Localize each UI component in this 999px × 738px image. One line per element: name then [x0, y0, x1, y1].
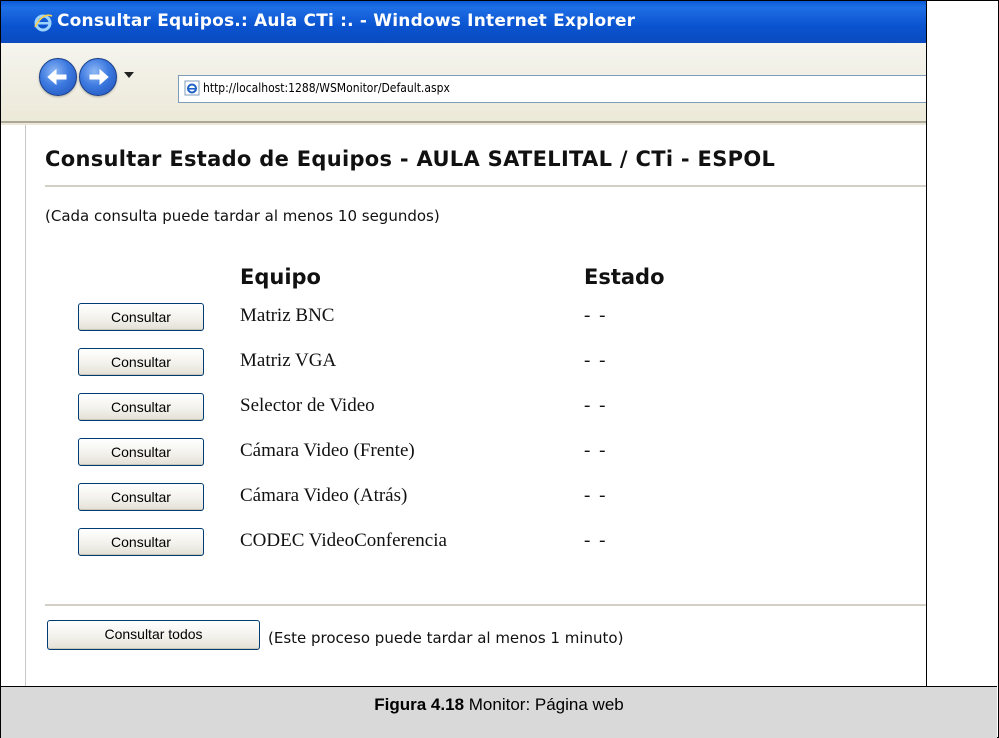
equipment-row: Consultar Cámara Video (Frente) - -	[1, 438, 927, 470]
equipment-status: - -	[584, 395, 608, 416]
back-button[interactable]	[39, 58, 77, 96]
browser-window: Consultar Equipos.: Aula CTi :. - Window…	[1, 1, 927, 686]
history-dropdown-icon[interactable]	[124, 72, 134, 78]
equipment-row: Consultar Matriz BNC - -	[1, 303, 927, 335]
address-url[interactable]: http://localhost:1288/WSMonitor/Default.…	[203, 81, 450, 95]
browser-toolbar: http://localhost:1288/WSMonitor/Default.…	[1, 43, 927, 125]
address-bar[interactable]: http://localhost:1288/WSMonitor/Default.…	[178, 75, 927, 103]
back-arrow-icon	[47, 68, 67, 86]
equipment-name: Matriz BNC	[240, 305, 335, 326]
equipment-name: Cámara Video (Frente)	[240, 440, 415, 461]
equipment-name: Selector de Video	[240, 395, 375, 416]
window-title: Consultar Equipos.: Aula CTi :. - Window…	[57, 11, 636, 31]
equipment-status: - -	[584, 350, 608, 371]
consultar-button[interactable]: Consultar	[78, 483, 204, 511]
title-bar: Consultar Equipos.: Aula CTi :. - Window…	[1, 1, 927, 43]
equipment-row: Consultar Selector de Video - -	[1, 393, 927, 425]
query-time-note: (Cada consulta puede tardar al menos 10 …	[45, 207, 440, 225]
equipment-row: Consultar Cámara Video (Atrás) - -	[1, 483, 927, 515]
ie-logo-icon	[33, 12, 53, 32]
equipment-status: - -	[584, 530, 608, 551]
equipment-status: - -	[584, 440, 608, 461]
equipment-row: Consultar CODEC VideoConferencia - -	[1, 528, 927, 560]
equipment-row: Consultar Matriz VGA - -	[1, 348, 927, 380]
forward-arrow-icon	[89, 68, 109, 86]
forward-button[interactable]	[79, 58, 117, 96]
figure-caption: Figura 4.18 Monitor: Página web	[1, 686, 997, 738]
top-divider	[45, 185, 927, 187]
equipment-status: - -	[584, 485, 608, 506]
bottom-divider	[45, 604, 927, 606]
consultar-button[interactable]: Consultar	[78, 438, 204, 466]
caption-label: Figura 4.18	[374, 695, 465, 714]
column-header-equipo: Equipo	[240, 265, 321, 289]
consultar-button[interactable]: Consultar	[78, 348, 204, 376]
equipment-status: - -	[584, 305, 608, 326]
frame-divider	[926, 1, 927, 686]
consultar-button[interactable]: Consultar	[78, 528, 204, 556]
toolbar-divider	[1, 121, 927, 123]
column-header-estado: Estado	[584, 265, 665, 289]
page-content: Consultar Estado de Equipos - AULA SATEL…	[1, 125, 927, 686]
equipment-name: Cámara Video (Atrás)	[240, 485, 408, 506]
right-margin	[927, 1, 997, 686]
equipment-name: CODEC VideoConferencia	[240, 530, 447, 551]
page-title: Consultar Estado de Equipos - AULA SATEL…	[45, 147, 776, 171]
consultar-button[interactable]: Consultar	[78, 303, 204, 331]
all-query-time-note: (Este proceso puede tardar al menos 1 mi…	[268, 629, 624, 647]
ie-page-icon	[184, 80, 200, 96]
caption-description: Monitor: Página web	[464, 695, 624, 714]
caption-text: Figura 4.18 Monitor: Página web	[1, 695, 997, 715]
consultar-button[interactable]: Consultar	[78, 393, 204, 421]
consultar-todos-button[interactable]: Consultar todos	[47, 620, 260, 650]
equipment-name: Matriz VGA	[240, 350, 337, 371]
